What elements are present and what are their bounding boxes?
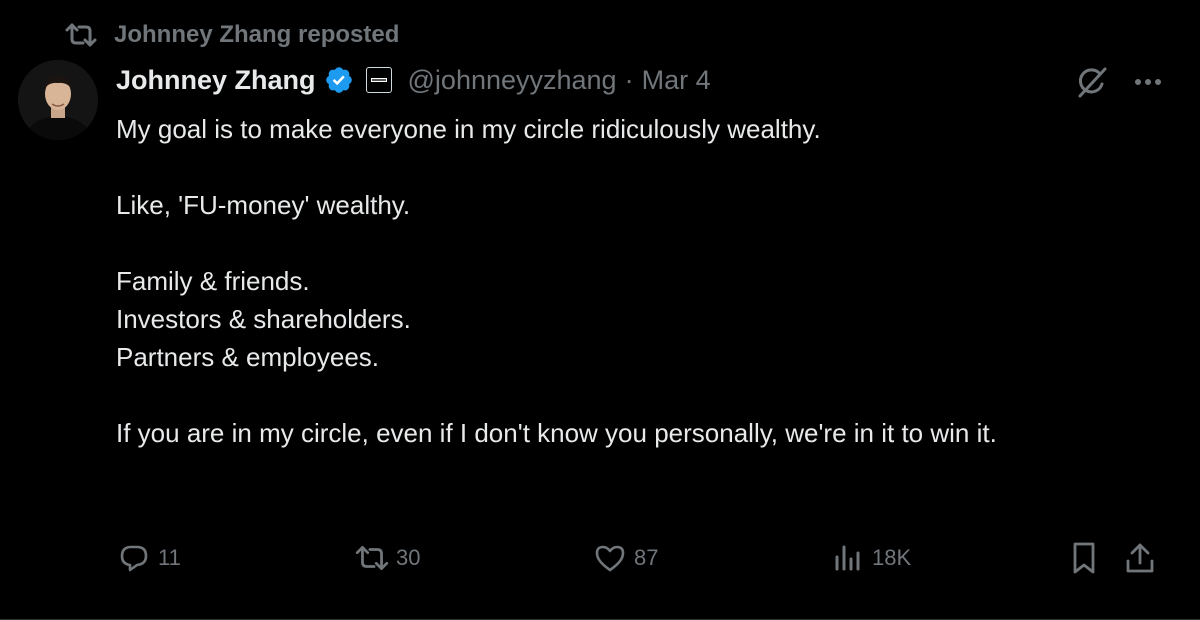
- views-count: 18K: [872, 545, 912, 570]
- verified-badge-icon[interactable]: [324, 65, 354, 95]
- separator: ·: [624, 64, 634, 95]
- repost-button[interactable]: 30: [354, 536, 420, 580]
- bookmark-button[interactable]: [1066, 536, 1102, 580]
- social-context[interactable]: Johnney Zhang reposted: [64, 20, 399, 50]
- reply-button[interactable]: 11: [116, 536, 181, 580]
- like-button[interactable]: 87: [592, 536, 658, 580]
- share-button[interactable]: [1122, 536, 1158, 580]
- tweet-text-line: Like, 'FU-money' wealthy.: [116, 190, 411, 220]
- author-name[interactable]: Johnney Zhang: [116, 65, 316, 96]
- repost-icon: [354, 540, 390, 576]
- repost-icon: [64, 21, 98, 49]
- reply-icon: [116, 540, 152, 576]
- tweet-text-line: Family & friends.: [116, 266, 310, 296]
- avatar-image: [18, 60, 98, 140]
- affiliate-badge-icon[interactable]: [365, 67, 392, 93]
- avatar[interactable]: [18, 60, 98, 140]
- tweet-text-line: My goal is to make everyone in my circle…: [116, 114, 821, 144]
- views-chart-icon: [830, 540, 866, 576]
- author-handle[interactable]: @johnneyyzhang: [408, 65, 617, 96]
- tweet-text-line: Partners & employees.: [116, 342, 380, 372]
- repost-count: 30: [396, 545, 421, 570]
- grok-icon[interactable]: [1072, 62, 1112, 102]
- like-count: 87: [634, 545, 659, 570]
- tweet-date[interactable]: Mar 4: [642, 65, 711, 96]
- tweet[interactable]: Johnney Zhang reposted Johnney Zhang @jo…: [0, 0, 1200, 620]
- tweet-text-line: If you are in my circle, even if I don't…: [116, 418, 997, 448]
- more-icon[interactable]: [1128, 62, 1168, 102]
- social-context-text: Johnney Zhang reposted: [114, 21, 400, 48]
- heart-icon: [592, 540, 628, 576]
- views-button[interactable]: 18K: [830, 536, 911, 580]
- tweet-text-line: Investors & shareholders.: [116, 304, 411, 334]
- bookmark-icon: [1066, 540, 1102, 576]
- share-icon: [1122, 540, 1158, 576]
- tweet-header: Johnney Zhang @johnneyyzhang · Mar 4: [116, 60, 711, 100]
- reply-count: 11: [158, 545, 181, 570]
- tweet-text: My goal is to make everyone in my circle…: [116, 110, 1156, 452]
- action-bar: 11 30 87 18K: [110, 536, 1170, 580]
